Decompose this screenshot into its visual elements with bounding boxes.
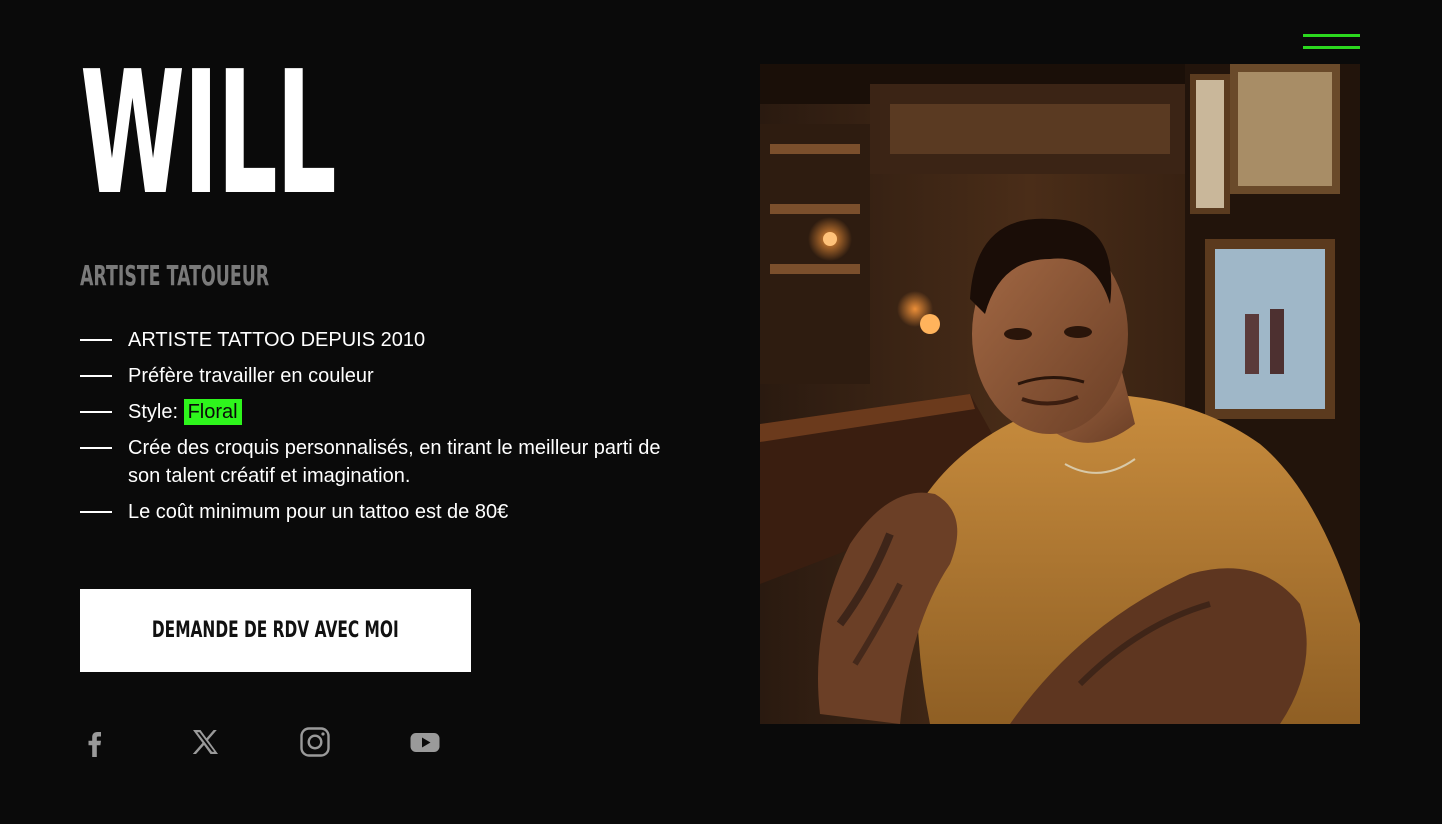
artist-role: ARTISTE TATOUEUR (80, 259, 270, 292)
portrait-photo (760, 64, 1360, 724)
appointment-request-button[interactable]: DEMANDE DE RDV AVEC MOI (80, 589, 471, 672)
list-item: Style: Floral (80, 398, 680, 426)
list-item: ARTISTE TATTOO DEPUIS 2010 (80, 326, 680, 354)
youtube-icon[interactable] (409, 726, 441, 758)
list-item: Le coût minimum pour un tattoo est de 80… (80, 498, 680, 526)
artist-details-list: ARTISTE TATTOO DEPUIS 2010 Préfère trava… (80, 326, 680, 534)
artist-name: WILL (80, 35, 337, 233)
dash-bullet-icon (80, 511, 112, 513)
x-twitter-icon[interactable] (189, 726, 221, 758)
list-item: Crée des croquis personnalisés, en tiran… (80, 434, 680, 490)
hamburger-menu-icon[interactable] (1303, 34, 1360, 52)
menu-line (1303, 34, 1360, 37)
detail-text: Préfère travailler en couleur (128, 365, 374, 387)
detail-text: ARTISTE TATTOO DEPUIS 2010 (128, 329, 426, 351)
style-label: Style: (128, 401, 179, 423)
style-value-badge: Floral (183, 399, 242, 425)
dash-bullet-icon (80, 339, 112, 341)
detail-text: Le coût minimum pour un tattoo est de 80… (128, 501, 509, 523)
dash-bullet-icon (80, 411, 112, 413)
list-item: Préfère travailler en couleur (80, 362, 680, 390)
detail-text: Crée des croquis personnalisés, en tiran… (128, 437, 661, 487)
menu-line (1303, 46, 1360, 49)
appointment-button-label: DEMANDE DE RDV AVEC MOI (152, 618, 399, 643)
instagram-icon[interactable] (299, 726, 331, 758)
dash-bullet-icon (80, 375, 112, 377)
artist-profile-page: WILL ARTISTE TATOUEUR ARTISTE TATTOO DEP… (0, 0, 1442, 824)
dash-bullet-icon (80, 447, 112, 449)
portrait-illustration (760, 64, 1360, 724)
facebook-icon[interactable] (79, 726, 111, 758)
